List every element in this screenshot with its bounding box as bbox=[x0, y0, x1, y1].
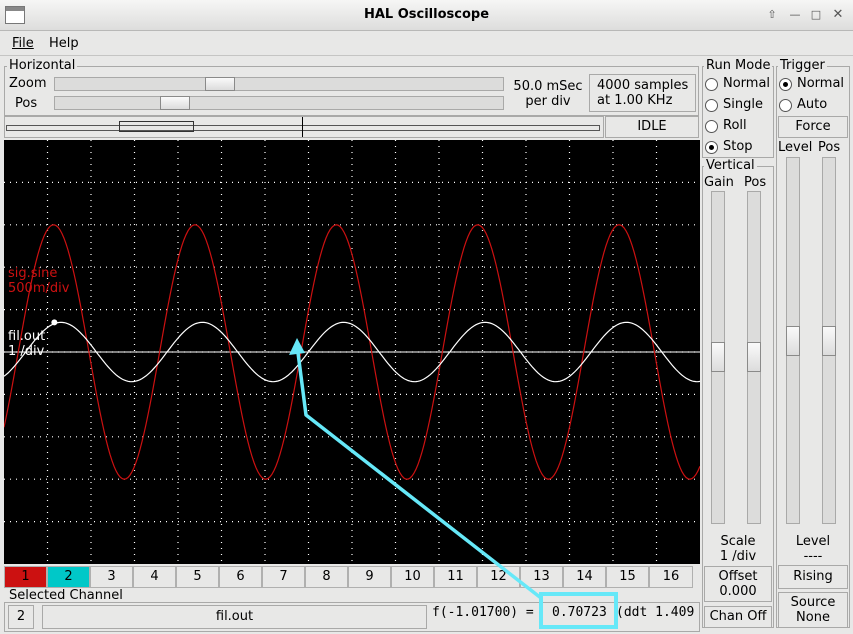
channel-button-16[interactable]: 16 bbox=[649, 566, 693, 588]
channel-button-5[interactable]: 5 bbox=[176, 566, 219, 588]
trigger-level-readout: Level ---- bbox=[778, 534, 848, 564]
cursor-point bbox=[51, 319, 58, 326]
vertical-pos-label: Pos bbox=[744, 175, 767, 190]
readout-prefix: f(-1.01700) = bbox=[432, 605, 534, 620]
samples-rate: at 1.00 KHz bbox=[597, 93, 673, 108]
vertical-gain-label: Gain bbox=[704, 175, 734, 190]
trace-fil-out-name: fil.out bbox=[8, 329, 46, 344]
timebase-readout: 50.0 mSec per div bbox=[508, 79, 588, 109]
trigger-mode-radio-normal[interactable] bbox=[779, 78, 792, 91]
pos-slider-handle[interactable] bbox=[160, 96, 190, 110]
channel-button-10[interactable]: 10 bbox=[391, 566, 434, 588]
run-mode-radio-single[interactable] bbox=[705, 99, 718, 112]
scope-display[interactable]: sig.sine 500m/div fil.out 1 /div bbox=[4, 140, 700, 564]
channel-button-4[interactable]: 4 bbox=[133, 566, 176, 588]
channel-button-2[interactable]: 2 bbox=[47, 566, 90, 588]
keep-above-icon[interactable]: ⇧ bbox=[764, 7, 780, 23]
run-mode-radio-roll[interactable] bbox=[705, 120, 718, 133]
trace-sig-sine-scale: 500m/div bbox=[8, 281, 70, 296]
trace-sig-sine-name: sig.sine bbox=[8, 266, 58, 281]
record-bar bbox=[6, 125, 600, 131]
vertical-legend: Vertical bbox=[704, 158, 757, 173]
zoom-slider[interactable] bbox=[54, 77, 504, 91]
menu-file[interactable]: File bbox=[12, 36, 34, 51]
run-mode-label-normal[interactable]: Normal bbox=[723, 76, 770, 91]
trace-label-fil-out: fil.out 1 /div bbox=[8, 329, 45, 359]
trigger-level-slider[interactable] bbox=[786, 157, 800, 524]
trigger-level-label: Level bbox=[778, 140, 813, 155]
run-mode-label-roll[interactable]: Roll bbox=[723, 118, 747, 133]
channel-button-8[interactable]: 8 bbox=[305, 566, 348, 588]
channel-button-12[interactable]: 12 bbox=[477, 566, 520, 588]
offset-value: 0.000 bbox=[719, 584, 757, 599]
run-mode-radio-stop[interactable] bbox=[705, 141, 718, 154]
timebase-value: 50.0 mSec bbox=[513, 79, 583, 94]
trigger-position-marker bbox=[302, 117, 303, 137]
view-window-marker[interactable] bbox=[119, 121, 194, 132]
vertical-gain-slider[interactable] bbox=[711, 191, 725, 524]
selected-channel-number[interactable]: 2 bbox=[8, 605, 34, 629]
channel-button-13[interactable]: 13 bbox=[520, 566, 563, 588]
menu-bar bbox=[0, 32, 853, 56]
vertical-gain-handle[interactable] bbox=[711, 342, 725, 372]
window-title: HAL Oscilloscope bbox=[363, 7, 490, 22]
scope-plot bbox=[4, 140, 700, 564]
run-mode-label-single[interactable]: Single bbox=[723, 97, 763, 112]
trace-fil-out-scale: 1 /div bbox=[8, 344, 45, 359]
trigger-mode-label-auto[interactable]: Auto bbox=[797, 97, 827, 112]
offset-title: Offset bbox=[718, 569, 758, 584]
channel-button-15[interactable]: 15 bbox=[606, 566, 649, 588]
trigger-source-title: Source bbox=[790, 595, 836, 610]
horizontal-legend: Horizontal bbox=[7, 58, 78, 73]
trigger-level-value: ---- bbox=[803, 549, 823, 564]
trigger-mode-radio-auto[interactable] bbox=[779, 99, 792, 112]
run-mode-label-stop[interactable]: Stop bbox=[723, 139, 753, 154]
channel-button-6[interactable]: 6 bbox=[219, 566, 262, 588]
readout-value: 0.70723 bbox=[552, 605, 607, 620]
close-icon[interactable]: ✕ bbox=[830, 7, 846, 23]
trigger-source-value: None bbox=[796, 610, 830, 625]
channel-button-1[interactable]: 1 bbox=[4, 566, 47, 588]
channel-button-7[interactable]: 7 bbox=[262, 566, 305, 588]
samples-button[interactable]: 4000 samples at 1.00 KHz bbox=[589, 74, 696, 112]
vertical-scale-value: 1 /div bbox=[719, 549, 757, 564]
trigger-pos-label: Pos bbox=[818, 140, 841, 155]
timebase-unit: per div bbox=[525, 94, 571, 109]
vertical-pos-slider[interactable] bbox=[747, 191, 761, 524]
trigger-legend: Trigger bbox=[778, 58, 827, 73]
vertical-scale-title: Scale bbox=[720, 534, 756, 549]
menu-help[interactable]: Help bbox=[49, 36, 79, 51]
zoom-slider-handle[interactable] bbox=[205, 77, 235, 91]
channel-button-3[interactable]: 3 bbox=[90, 566, 133, 588]
vertical-pos-handle[interactable] bbox=[747, 342, 761, 372]
run-mode-radio-normal[interactable] bbox=[705, 78, 718, 91]
trigger-mode-label-normal[interactable]: Normal bbox=[797, 76, 844, 91]
selected-channel-name-button[interactable]: fil.out bbox=[42, 605, 427, 629]
pos-label: Pos bbox=[15, 96, 38, 111]
run-mode-legend: Run Mode bbox=[704, 58, 773, 73]
status-indicator: IDLE bbox=[605, 116, 699, 138]
maximize-icon[interactable]: □ bbox=[808, 7, 824, 23]
channel-button-14[interactable]: 14 bbox=[563, 566, 606, 588]
pos-slider[interactable] bbox=[54, 96, 504, 110]
chan-off-button[interactable]: Chan Off bbox=[704, 606, 772, 628]
trigger-pos-slider[interactable] bbox=[822, 157, 836, 524]
trigger-source-button[interactable]: Source None bbox=[778, 592, 848, 628]
readout-suffix: (ddt 1.409 bbox=[616, 605, 695, 620]
minimize-icon[interactable]: — bbox=[787, 7, 803, 23]
channel-button-11[interactable]: 11 bbox=[434, 566, 477, 588]
trigger-edge-button[interactable]: Rising bbox=[778, 565, 848, 589]
samples-count: 4000 samples bbox=[597, 78, 689, 93]
channel-button-9[interactable]: 9 bbox=[348, 566, 391, 588]
zoom-label: Zoom bbox=[9, 76, 47, 91]
record-overview[interactable] bbox=[4, 116, 604, 138]
trace-label-sig-sine: sig.sine 500m/div bbox=[8, 266, 69, 296]
force-button[interactable]: Force bbox=[778, 116, 848, 138]
trigger-level-handle[interactable] bbox=[786, 326, 800, 356]
vertical-scale-readout: Scale 1 /div bbox=[702, 534, 774, 564]
offset-button[interactable]: Offset 0.000 bbox=[704, 566, 772, 602]
trigger-level-title: Level bbox=[795, 534, 831, 549]
selected-channel-legend: Selected Channel bbox=[7, 588, 125, 603]
trigger-pos-handle[interactable] bbox=[822, 326, 836, 356]
